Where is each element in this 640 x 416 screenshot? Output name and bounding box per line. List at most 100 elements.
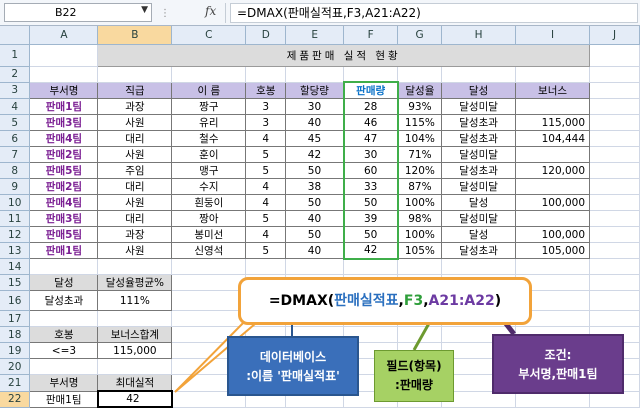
- row-header-12[interactable]: 12: [0, 226, 31, 243]
- data-cell[interactable]: 5: [245, 242, 287, 259]
- row-header-10[interactable]: 10: [0, 194, 31, 211]
- cell[interactable]: [589, 226, 640, 243]
- data-cell[interactable]: 105,000: [515, 242, 590, 259]
- data-cell[interactable]: 115%: [397, 114, 443, 131]
- cell[interactable]: [97, 358, 173, 375]
- data-cell[interactable]: 40: [285, 210, 345, 227]
- insert-function-icon[interactable]: fx: [205, 4, 216, 18]
- data-cell[interactable]: 판매5팀: [29, 226, 99, 243]
- data-cell[interactable]: 87%: [397, 178, 443, 195]
- cell[interactable]: [97, 66, 173, 83]
- data-cell[interactable]: 맹구: [171, 162, 247, 179]
- criteria-header[interactable]: 보너스합계: [97, 326, 173, 343]
- data-cell[interactable]: 42: [342, 242, 399, 260]
- data-cell[interactable]: 5: [245, 146, 287, 163]
- data-cell[interactable]: 3: [245, 114, 287, 131]
- cell[interactable]: [285, 258, 345, 275]
- data-cell[interactable]: 33: [342, 178, 399, 195]
- data-cell[interactable]: 93%: [397, 98, 443, 115]
- cell[interactable]: [397, 258, 443, 275]
- row-header-8[interactable]: 8: [0, 162, 31, 179]
- criteria-header[interactable]: 달성율평균%: [97, 274, 173, 291]
- data-cell[interactable]: 봉미선: [171, 226, 247, 243]
- cell[interactable]: [245, 66, 287, 83]
- header-cell[interactable]: 직급: [97, 81, 173, 99]
- column-header-i[interactable]: I: [515, 26, 590, 45]
- cell[interactable]: [441, 258, 517, 275]
- column-header-g[interactable]: G: [397, 26, 443, 45]
- header-cell[interactable]: 이 름: [171, 81, 247, 99]
- cell[interactable]: [589, 258, 640, 275]
- data-cell[interactable]: 5: [245, 210, 287, 227]
- data-cell[interactable]: 달성: [441, 226, 517, 243]
- cell[interactable]: [171, 310, 247, 327]
- formula-input[interactable]: =DMAX(판매실적표,F3,A21:A22): [230, 3, 638, 23]
- data-cell[interactable]: 120,000: [515, 162, 590, 179]
- data-cell[interactable]: 45: [285, 130, 345, 147]
- cell[interactable]: [97, 258, 173, 275]
- row-header-16[interactable]: 16: [0, 290, 31, 311]
- data-cell[interactable]: 104,444: [515, 130, 590, 147]
- header-cell[interactable]: 보너스: [515, 81, 590, 99]
- cell[interactable]: [589, 66, 640, 83]
- data-cell[interactable]: 달성미달: [441, 178, 517, 195]
- data-cell[interactable]: 100%: [397, 226, 443, 243]
- data-cell[interactable]: 달성초과: [441, 162, 517, 179]
- data-cell[interactable]: 대리: [97, 178, 173, 195]
- row-header-7[interactable]: 7: [0, 146, 31, 163]
- data-cell[interactable]: 39: [342, 210, 399, 227]
- criteria-header[interactable]: 달성: [29, 274, 99, 291]
- cell[interactable]: [589, 310, 640, 327]
- data-cell[interactable]: 훈이: [171, 146, 247, 163]
- data-cell[interactable]: 3: [245, 98, 287, 115]
- data-cell[interactable]: 판매2팀: [29, 178, 99, 195]
- row-header-13[interactable]: 13: [0, 242, 31, 259]
- data-cell[interactable]: 달성미달: [441, 210, 517, 227]
- data-cell[interactable]: 철수: [171, 130, 247, 147]
- data-cell[interactable]: 판매4팀: [29, 194, 99, 211]
- data-cell[interactable]: 38: [285, 178, 345, 195]
- cell[interactable]: [29, 66, 99, 83]
- select-all-corner[interactable]: [0, 26, 31, 45]
- data-cell[interactable]: 과장: [97, 226, 173, 243]
- cell[interactable]: [441, 66, 517, 83]
- column-header-b[interactable]: B: [97, 26, 173, 45]
- data-cell[interactable]: 50: [285, 194, 345, 211]
- row-header-15[interactable]: 15: [0, 274, 31, 291]
- row-header-18[interactable]: 18: [0, 326, 31, 343]
- data-cell[interactable]: [515, 146, 590, 163]
- data-cell[interactable]: 28: [342, 98, 399, 115]
- data-cell[interactable]: 40: [285, 242, 345, 259]
- data-cell[interactable]: 50: [285, 226, 345, 243]
- data-cell[interactable]: 사원: [97, 146, 173, 163]
- cell[interactable]: [29, 358, 99, 375]
- cell[interactable]: [343, 66, 399, 83]
- data-cell[interactable]: 달성초과: [441, 130, 517, 147]
- data-cell[interactable]: 과장: [97, 98, 173, 115]
- data-cell[interactable]: [515, 210, 590, 227]
- data-cell[interactable]: 사원: [97, 114, 173, 131]
- data-cell[interactable]: 달성: [441, 194, 517, 211]
- row-header-1[interactable]: 1: [0, 44, 31, 67]
- data-cell[interactable]: 신영석: [171, 242, 247, 259]
- data-cell[interactable]: 흰둥이: [171, 194, 247, 211]
- row-header-2[interactable]: 2: [0, 66, 31, 83]
- data-cell[interactable]: 30: [285, 98, 345, 115]
- cell[interactable]: [29, 310, 99, 327]
- data-cell[interactable]: 47: [342, 130, 399, 147]
- data-cell[interactable]: 50: [285, 162, 345, 179]
- data-cell[interactable]: 120%: [397, 162, 443, 179]
- cell[interactable]: [589, 178, 640, 195]
- criteria-header[interactable]: 최대실적: [97, 374, 173, 392]
- data-cell[interactable]: 100,000: [515, 226, 590, 243]
- cell[interactable]: [285, 66, 345, 83]
- row-header-6[interactable]: 6: [0, 130, 31, 147]
- data-cell[interactable]: 4: [245, 178, 287, 195]
- header-cell[interactable]: 부서명: [29, 81, 99, 99]
- cell[interactable]: [589, 130, 640, 147]
- cell[interactable]: [589, 82, 640, 99]
- data-cell[interactable]: 사원: [97, 194, 173, 211]
- cell[interactable]: [171, 274, 247, 291]
- data-cell[interactable]: 30: [342, 146, 399, 163]
- data-cell[interactable]: 100,000: [515, 194, 590, 211]
